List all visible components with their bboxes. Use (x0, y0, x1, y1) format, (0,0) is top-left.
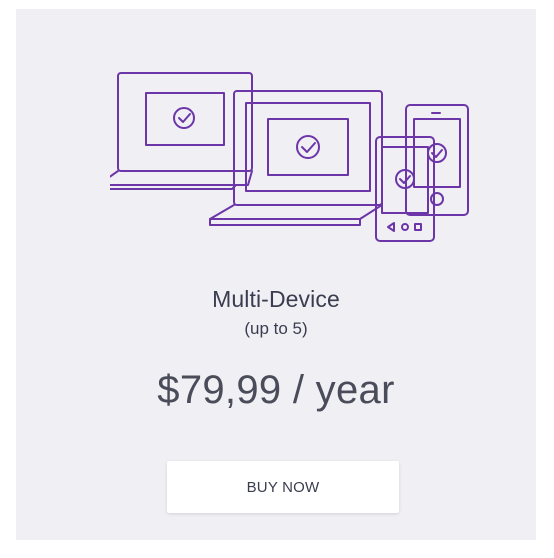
plan-title: Multi-Device (212, 286, 340, 312)
plan-device-limit: (up to 5) (244, 319, 308, 338)
multi-device-icon (110, 72, 469, 242)
pricing-card: Multi-Device (up to 5) $79,99 / year BUY… (16, 9, 536, 540)
buy-now-button[interactable]: BUY NOW (167, 461, 399, 513)
plan-price: $79,99 / year (157, 368, 395, 412)
